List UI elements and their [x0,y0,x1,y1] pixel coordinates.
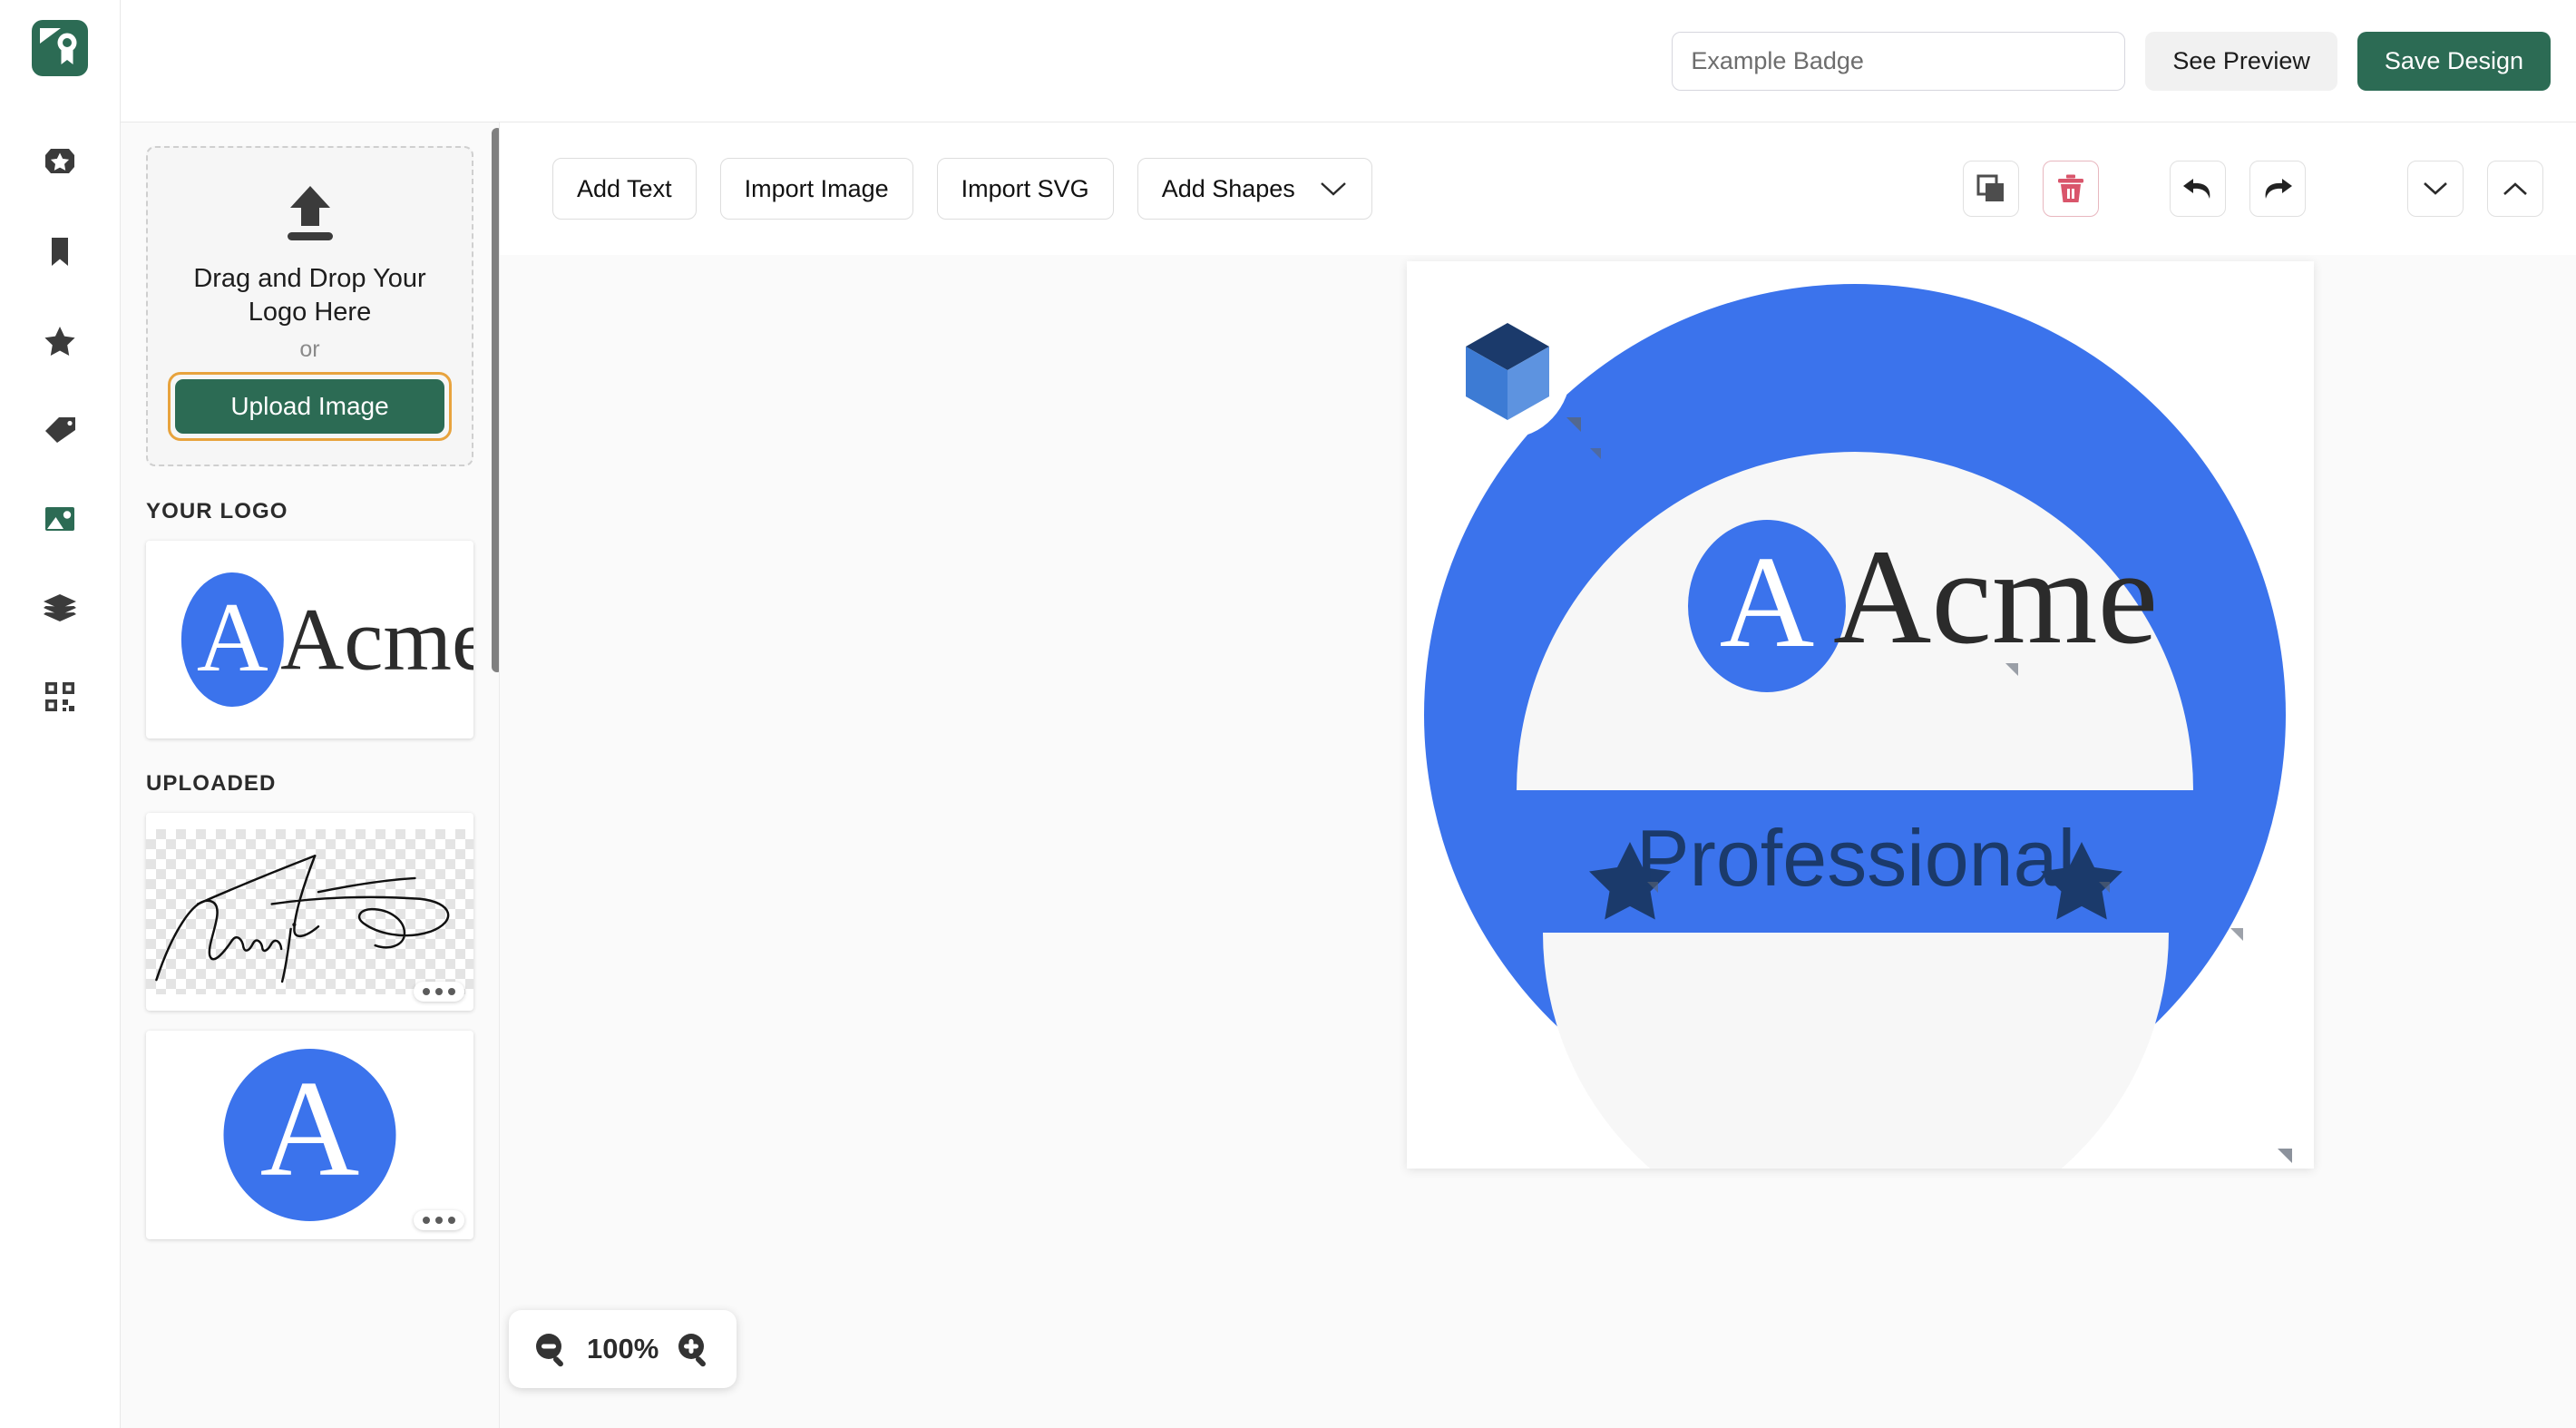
dropzone-or-label: or [299,337,320,363]
sidebar-item-qr-code[interactable] [29,666,91,728]
delete-button[interactable] [2043,161,2099,217]
badge-star-icon [45,149,74,173]
badge-artwork: A Acme Professional [1407,261,2314,1169]
chevron-up-icon [2503,182,2527,195]
badge-name-input[interactable] [1672,31,2126,91]
save-design-button[interactable]: Save Design [2356,31,2551,91]
sidebar-item-badge-shapes[interactable] [29,132,91,194]
sidebar-item-ribbons[interactable] [29,221,91,283]
your-logo-title: YOUR LOGO [146,499,288,524]
svg-text:Acme: Acme [280,592,473,690]
main-column: See Preview Save Design Drag and Drop Yo… [121,0,2576,1428]
uploaded-title: UPLOADED [146,771,277,797]
star-icon [44,327,75,356]
bookmark-icon [52,238,68,266]
list-item[interactable] [146,813,473,1012]
workspace: Drag and Drop Your Logo Here or Upload I… [121,122,2576,1428]
sidebar-item-tags[interactable] [29,399,91,461]
add-text-label: Add Text [577,174,672,202]
redo-icon [2265,179,2292,199]
zoom-in-icon [678,1334,707,1367]
duplicate-button[interactable] [1963,161,2019,217]
badge-canvas[interactable]: A Acme Professional [1407,261,2314,1169]
zoom-in-button[interactable] [675,1330,713,1368]
undo-button[interactable] [2170,161,2226,217]
assets-panel: Drag and Drop Your Logo Here or Upload I… [121,122,500,1428]
bring-forward-button[interactable] [2487,161,2543,217]
badge-monogram-text: A [1720,530,1815,675]
qr-code-icon [45,682,74,711]
acme-monogram-image: A [146,1040,473,1230]
chevron-down-icon [2424,182,2447,195]
trash-icon [2058,174,2083,202]
acme-wordmark-logo: A Acme [146,552,473,729]
sidebar-item-stars[interactable] [29,310,91,372]
sidebar-item-images[interactable] [29,488,91,550]
dropzone-line-2: Logo Here [248,298,372,328]
duplicate-icon [1976,174,2004,201]
upload-button-focus-ring: Upload Image [168,372,452,442]
icon-rail [0,0,121,1428]
zoom-control: 100% [509,1310,737,1388]
undo-icon [2183,179,2210,199]
upload-image-button[interactable]: Upload Image [175,379,444,435]
zoom-out-button[interactable] [532,1330,571,1368]
import-image-label: Import Image [744,174,889,202]
top-header: See Preview Save Design [121,0,2576,122]
import-svg-label: Import SVG [961,174,1089,202]
svg-text:A: A [260,1052,360,1205]
sidebar-item-layers[interactable] [29,577,91,639]
canvas-stage[interactable]: A Acme Professional 100% [500,255,2576,1428]
zoom-level-label: 100% [587,1333,659,1364]
chevron-down-icon [1320,182,1346,196]
svg-text:A: A [197,582,268,692]
panel-scrollbar[interactable] [492,128,499,672]
more-options-icon[interactable] [414,982,464,1003]
editor-area: Add Text Import Image Import SVG Add Sha… [500,122,2576,1428]
see-preview-button[interactable]: See Preview [2145,31,2337,91]
certificate-badge-icon[interactable] [32,20,88,76]
import-svg-button[interactable]: Import SVG [936,158,1114,220]
editor-toolbar: Add Text Import Image Import SVG Add Sha… [500,122,2576,255]
send-backward-button[interactable] [2407,161,2464,217]
tag-icon [45,417,75,443]
badge-designer-app: See Preview Save Design Drag and Drop Yo… [0,0,2576,1428]
image-icon [45,507,74,531]
redo-button[interactable] [2249,161,2306,217]
add-shapes-label: Add Shapes [1161,174,1295,202]
logo-dropzone[interactable]: Drag and Drop Your Logo Here or Upload I… [146,146,473,467]
more-options-icon[interactable] [414,1210,464,1231]
badge-tier-text: Professional [1636,813,2075,903]
layers-icon [44,594,76,621]
add-shapes-button[interactable]: Add Shapes [1137,158,1372,220]
badge-logo-text: Acme [1833,522,2158,672]
list-item[interactable]: A [146,1031,473,1240]
add-text-button[interactable]: Add Text [552,158,697,220]
import-image-button[interactable]: Import Image [719,158,913,220]
upload-icon [287,186,333,240]
list-item[interactable]: A Acme [146,541,473,739]
zoom-out-icon [536,1334,563,1367]
dropzone-line-1: Drag and Drop Your [193,264,426,293]
